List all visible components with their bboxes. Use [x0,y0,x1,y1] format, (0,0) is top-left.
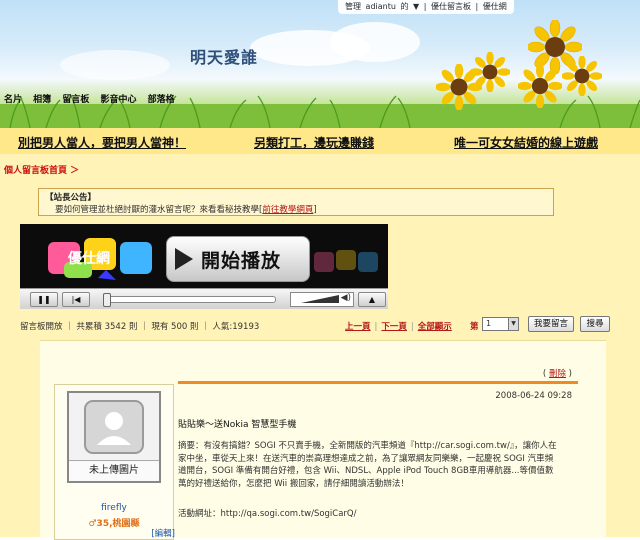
page-select[interactable]: 1 ▼ [482,317,519,331]
post-url: 活動網址：http://qa.sogi.com.tw/SogiCarQ/ [178,509,357,519]
speaker-icon: ◀) [340,293,351,303]
page-select-value: 1 [486,319,492,328]
volume-slider[interactable]: ◀) [290,292,354,307]
notice-heading: 【站長公告】 [45,193,97,203]
ad-link[interactable]: 另類打工，邊玩邊賺錢 [254,134,374,151]
seek-bar[interactable] [103,293,276,307]
play-button[interactable]: 開始播放 [166,236,310,282]
delete-link[interactable]: 刪除 [549,369,566,379]
sunflower-icon [562,56,602,96]
sunflower-icon [436,64,482,110]
prev-page-link[interactable]: 上一頁 [345,322,371,332]
player-logo-text: 優仕網 [68,251,110,267]
skip-back-icon: |◀ [71,294,81,304]
edit-link[interactable]: [編輯] [151,527,175,539]
topbar-site-link[interactable]: 優仕網 [483,2,507,11]
user-button[interactable]: ▲ [358,292,386,307]
cloud-decoration [330,22,420,62]
leave-message-button[interactable]: 我要留言 [528,316,574,332]
pager-separator: | [374,322,378,332]
ad-link[interactable]: 唯一可女女結婚的線上遊戲 [454,134,598,151]
pause-button[interactable]: ❚❚ [30,292,58,307]
pager-separator: | [410,322,414,332]
breadcrumb[interactable]: 個人留言板首頁 ＞ [4,163,79,176]
nav-item-guestbook[interactable]: 留言板 [62,95,89,105]
poster-profile: 未上傳圖片 firefly ♂35,桃園縣 [編輯] [54,384,175,540]
topbar-manage[interactable]: 管理 [345,2,361,11]
sunflower-icon [518,64,562,108]
show-all-link[interactable]: 全部顯示 [418,322,452,332]
pager-bar: 留言板開放 ｜ 共累積 3542 則 ｜ 現有 500 則 ｜ 人氣:19193… [0,316,640,334]
main-content: 個人留言板首頁 ＞ 【站長公告】 要如何管理並杜絕討厭的灌水留言呢？來看看秘技教… [0,154,640,540]
top-user-bar: 管理 adiantu 的 ▼ | 優仕留言板 | 優仕網 [338,0,514,14]
media-player: 優仕網 開始播放 ❚❚ |◀ ◀) ▲ [20,224,388,309]
nav-item-album[interactable]: 相簿 [33,95,51,105]
page-title: 明天愛誰 [190,48,259,67]
guestbook-post: ( 刪除 ) 未上傳圖片 firefly ♂35,桃園縣 [編輯] 2008-0… [40,340,606,540]
avatar[interactable]: 未上傳圖片 [67,391,161,483]
site-logo-watermark-icon [314,250,378,272]
notice-text: 要如何管理並杜絕討厭的灌水留言呢？來看看秘技教學 [55,205,260,215]
restart-button[interactable]: |◀ [62,292,90,307]
delete-link-wrapper: ( 刪除 ) [542,369,572,379]
nav-item-card[interactable]: 名片 [4,95,22,105]
post-title: 貼貼樂～送Nokia 智慧型手機 [178,420,297,430]
notice-link[interactable]: 前往教學網頁 [262,205,313,215]
player-controls: ❚❚ |◀ ◀) ▲ [20,288,388,309]
topbar-guestbook-link[interactable]: 優仕留言板 [431,2,471,11]
site-notice: 【站長公告】 要如何管理並杜絕討厭的灌水留言呢？來看看秘技教學[前往教學網頁] [38,188,554,216]
next-page-link[interactable]: 下一頁 [381,322,407,332]
page-label: 第 [470,322,479,332]
topbar-separator: | [475,2,479,11]
chevron-down-icon: ▼ [508,318,518,330]
post-divider [178,381,578,384]
chevron-down-icon[interactable]: ▼ [413,2,419,11]
nav-item-blog[interactable]: 部落格 [148,95,175,105]
avatar-placeholder-icon [84,400,144,454]
cloud-decoration [60,50,170,80]
poster-username[interactable]: firefly [55,503,173,513]
play-button-label: 開始播放 [201,250,282,272]
play-icon [175,248,193,270]
pause-icon: ❚❚ [37,294,51,304]
notice-body: 要如何管理並杜絕討厭的灌水留言呢？來看看秘技教學[前往教學網頁] [55,205,317,215]
nav-item-media[interactable]: 影音中心 [100,95,136,105]
player-screen: 優仕網 開始播放 [20,224,388,288]
user-icon: ▲ [368,294,376,304]
header-banner: 明天愛誰 管理 adiantu 的 ▼ | 優仕留言板 | 優仕網 名片 相簿 … [0,0,640,128]
main-nav: 名片 相簿 留言板 影音中心 部落格 [4,92,183,105]
topbar-username[interactable]: adiantu [366,2,396,11]
pager-links: 上一頁 | 下一頁 | 全部顯示 [345,320,456,332]
seek-handle[interactable] [103,293,111,307]
search-button[interactable]: 搜尋 [580,316,610,332]
ad-link[interactable]: 別把男人當人，要把男人當神！ [18,134,186,151]
topbar-separator: | [423,2,427,11]
guestbook-stats: 留言板開放 ｜ 共累積 3542 則 ｜ 現有 500 則 ｜ 人氣:19193 [20,322,260,332]
topbar-of: 的 [400,2,409,11]
volume-level [301,295,339,303]
post-date: 2008-06-24 09:28 [495,391,572,401]
avatar-caption: 未上傳圖片 [69,460,159,481]
post-body: 摘要：有沒有搞錯？SOGI 不只賣手機，全新開版的汽車頻道『http://car… [178,441,557,489]
ad-links-row: 別把男人當人，要把男人當神！ 另類打工，邊玩邊賺錢 唯一可女女結婚的線上遊戲 [0,128,640,154]
